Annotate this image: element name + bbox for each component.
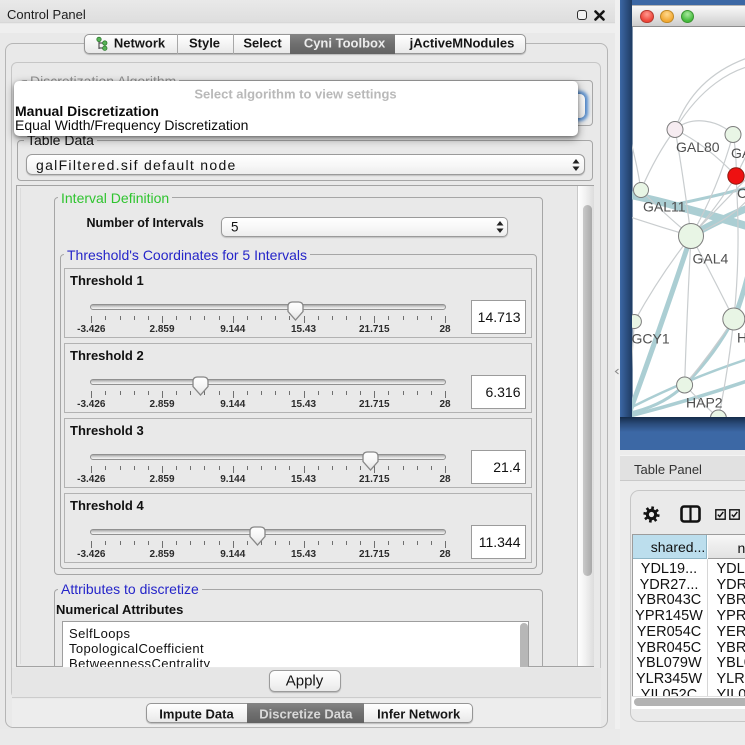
svg-text:C: C — [737, 185, 745, 201]
svg-text:HAP2: HAP2 — [686, 395, 723, 411]
svg-text:GAL4: GAL4 — [693, 251, 729, 267]
svg-text:GCY1: GCY1 — [632, 331, 670, 347]
svg-text:GAL80: GAL80 — [676, 139, 720, 155]
svg-text:H: H — [737, 330, 745, 346]
svg-text:GA: GA — [731, 145, 745, 161]
svg-text:GAL11: GAL11 — [643, 199, 686, 215]
